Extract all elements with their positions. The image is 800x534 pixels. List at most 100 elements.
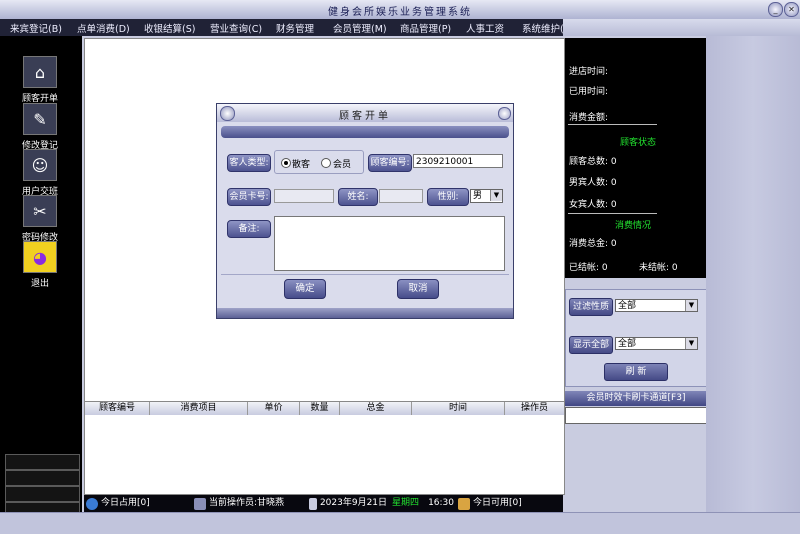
member-card-field[interactable] xyxy=(274,189,334,203)
exit-icon: ◕ xyxy=(23,241,57,273)
dialog-title: 顾客开单 xyxy=(339,111,391,122)
status-occupied: 今日占用[0] xyxy=(86,495,186,512)
edit-register-button[interactable]: ✎ 修改登记 xyxy=(20,103,60,151)
status-datetime: 2023年9月21日 星期四 16:30 xyxy=(309,495,454,512)
column-header-item[interactable]: 消费项目 xyxy=(150,402,248,415)
unsettled-count: 未结帐: 0 xyxy=(639,263,678,273)
remark-textarea[interactable] xyxy=(274,216,505,271)
open-order-button[interactable]: ⌂ 顾客开单 xyxy=(20,56,60,104)
arrive-time-label: 进店时间: xyxy=(569,67,609,77)
status-available-text: 今日可用[0] xyxy=(473,498,522,508)
column-header-total[interactable]: 总金 xyxy=(340,402,412,415)
guest-type-label: 客人类型: xyxy=(227,154,271,172)
status-time: 16:30 xyxy=(428,498,454,508)
member-card-label: 会员卡号: xyxy=(227,188,271,206)
filter-panel: 过滤性质 全部 ▼ 显示全部 全部 ▼ 刷 新 xyxy=(565,289,709,387)
password-change-button[interactable]: ✂ 密码修改 xyxy=(20,195,60,243)
close-icon[interactable]: ✕ xyxy=(784,2,799,17)
globe-icon xyxy=(86,497,98,510)
chevron-down-icon[interactable]: ▼ xyxy=(685,300,697,311)
exit-label: 退出 xyxy=(30,279,49,289)
remark-label: 备注: xyxy=(227,220,271,238)
exit-button[interactable]: ◕ 退出 xyxy=(20,241,60,289)
status-weekday: 星期四 xyxy=(392,498,420,508)
menu-item-checkout[interactable]: 收银结算(S) xyxy=(144,21,195,35)
used-time-label: 已用时间: xyxy=(569,87,609,97)
gender-select[interactable]: 男 ▼ xyxy=(470,189,503,203)
left-slot xyxy=(5,486,80,502)
user-shift-button[interactable]: ☺ 用户交班 xyxy=(20,149,60,197)
radio-member-label: 会员 xyxy=(333,160,352,170)
card-channel-title: 会员时效卡刷卡通道[F3] xyxy=(565,391,707,406)
status-available: 今日可用[0] xyxy=(458,495,558,512)
menu-item-member[interactable]: 会员管理(M) xyxy=(333,21,387,35)
status-operator-text: 当前操作员:甘晓燕 xyxy=(209,498,285,508)
consume-title: 消费情况 xyxy=(615,221,652,231)
divider xyxy=(568,124,657,125)
status-occupied-text: 今日占用[0] xyxy=(101,498,150,508)
radio-regular[interactable] xyxy=(281,158,291,168)
bottom-decor-strip xyxy=(0,512,800,534)
consumption-table: 顾客编号 消费项目 单价 数量 总金 时间 操作员 xyxy=(84,401,565,495)
dialog-footer-band xyxy=(217,308,513,318)
menu-item-goods[interactable]: 商品管理(P) xyxy=(400,21,451,35)
cancel-button[interactable]: 取消 xyxy=(397,279,439,299)
menu-item-finance[interactable]: 财务管理 xyxy=(276,21,314,35)
dialog-header-band xyxy=(221,126,509,138)
status-date: 2023年9月21日 xyxy=(319,498,388,508)
user-shift-icon: ☺ xyxy=(23,149,57,181)
name-field[interactable] xyxy=(379,189,423,203)
menu-item-guest-register[interactable]: 来宾登记(B) xyxy=(10,21,62,35)
show-all-select[interactable]: 全部 ▼ xyxy=(615,337,698,350)
guest-status-title: 顾客状态 xyxy=(620,138,657,148)
refresh-button[interactable]: 刷 新 xyxy=(604,363,668,381)
minimize-icon[interactable]: _ xyxy=(768,2,783,17)
dialog-titlebar[interactable]: 顾客开单 xyxy=(217,104,513,122)
gender-value: 男 xyxy=(473,191,483,201)
card-channel-input[interactable] xyxy=(565,407,707,424)
amount-label: 消费金额: xyxy=(569,113,609,123)
filter-select-value: 全部 xyxy=(618,301,637,311)
filter-gender-button[interactable]: 过滤性质 xyxy=(569,298,613,316)
password-tools-icon: ✂ xyxy=(23,195,57,227)
left-slot xyxy=(5,454,80,470)
menu-item-query[interactable]: 营业查询(C) xyxy=(210,21,262,35)
guest-no-field[interactable]: 2309210001 xyxy=(413,154,503,168)
guest-info-panel: 进店时间: 已用时间: 消费金额: 顾客状态 顾客总数: 0 男宾人数: 0 女… xyxy=(565,38,706,278)
home-icon xyxy=(458,497,470,510)
radio-regular-label: 散客 xyxy=(292,160,311,170)
column-header-operator[interactable]: 操作员 xyxy=(505,402,564,415)
filter-select[interactable]: 全部 ▼ xyxy=(615,299,698,312)
show-all-button[interactable]: 显示全部 xyxy=(569,336,613,354)
menu-item-hr[interactable]: 人事工资 xyxy=(466,21,504,35)
window-title: 健身会所娱乐业务管理系统 xyxy=(328,7,472,18)
status-operator: 当前操作员:甘晓燕 xyxy=(194,495,304,512)
edit-register-icon: ✎ xyxy=(23,103,57,135)
male-guests: 男宾人数: 0 xyxy=(569,178,617,188)
clock-icon xyxy=(309,497,317,510)
column-header-time[interactable]: 时间 xyxy=(412,402,505,415)
column-header-quantity[interactable]: 数量 xyxy=(300,402,340,415)
chevron-down-icon[interactable]: ▼ xyxy=(490,190,502,201)
menu-item-order[interactable]: 点单消费(D) xyxy=(77,21,130,35)
name-label: 姓名: xyxy=(338,188,378,206)
right-decor-strip xyxy=(706,36,800,512)
show-all-select-value: 全部 xyxy=(618,339,637,349)
computer-icon xyxy=(194,497,206,510)
dialog-close-icon[interactable] xyxy=(498,107,511,120)
status-bar: 今日占用[0] 当前操作员:甘晓燕 2023年9月21日 星期四 16:30 今… xyxy=(84,495,563,512)
menu-bar-filler xyxy=(563,19,800,36)
radio-member[interactable] xyxy=(321,158,331,168)
settled-count: 已结帐: 0 xyxy=(569,263,608,273)
open-order-dialog: 顾客开单 客人类型: 散客 会员 顾客编号: 2309210001 会员卡号: … xyxy=(216,103,514,319)
dialog-divider xyxy=(221,274,509,275)
left-slot xyxy=(5,470,80,486)
menu-bar: 来宾登记(B) 点单消费(D) 收银结算(S) 营业查询(C) 财务管理 会员管… xyxy=(0,19,573,36)
guest-no-label: 顾客编号: xyxy=(368,154,412,172)
column-header-guest-no[interactable]: 顾客编号 xyxy=(85,402,150,415)
chevron-down-icon[interactable]: ▼ xyxy=(685,338,697,349)
divider xyxy=(568,213,657,214)
column-header-unit-price[interactable]: 单价 xyxy=(248,402,300,415)
ok-button[interactable]: 确定 xyxy=(284,279,326,299)
left-toolbar: ⌂ 顾客开单 ✎ 修改登记 ☺ 用户交班 ✂ 密码修改 ◕ 退出 xyxy=(0,36,82,533)
